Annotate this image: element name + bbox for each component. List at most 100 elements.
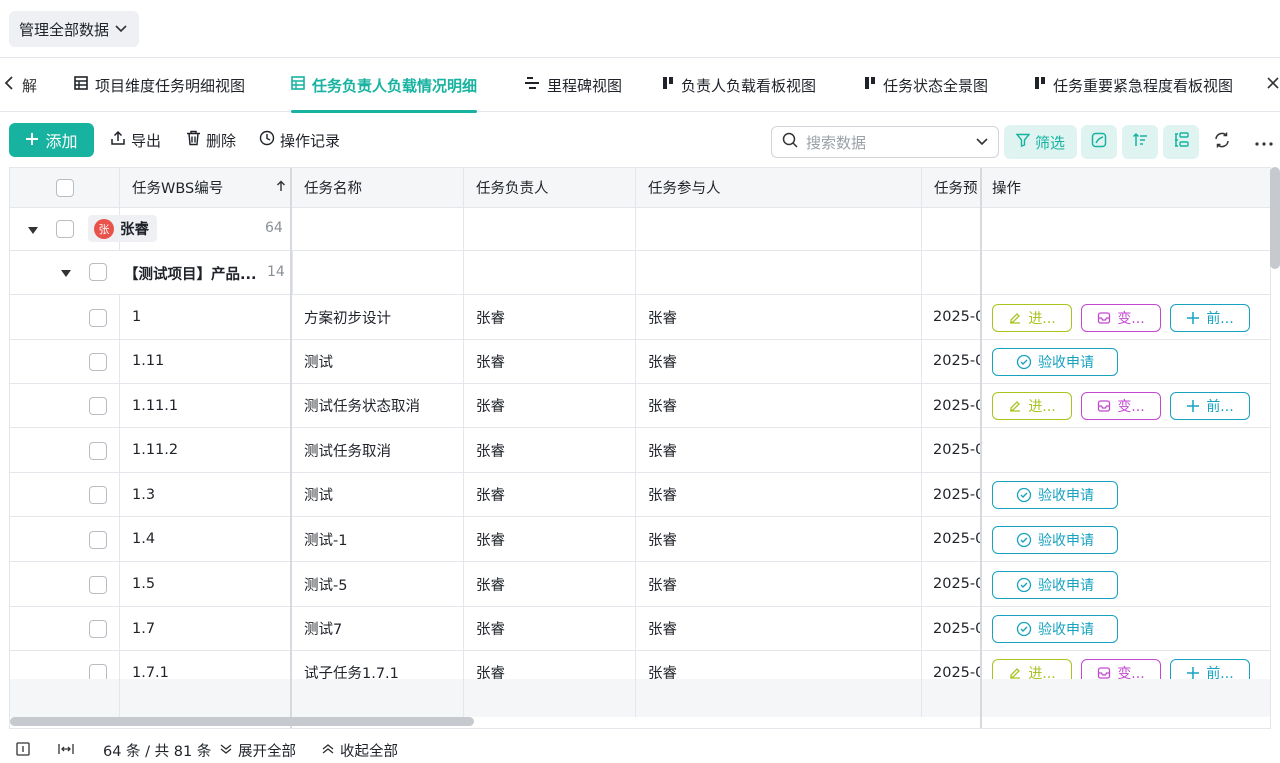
- header-wbs[interactable]: 任务WBS编号: [120, 168, 292, 207]
- acceptance-request-button[interactable]: 验收申请: [992, 347, 1118, 376]
- cell-participant[interactable]: 张睿: [636, 339, 922, 383]
- cell-owner[interactable]: 张睿: [464, 517, 636, 561]
- table-row[interactable]: 1.5 测试-5 张睿 张睿 2025-0 验收申请: [10, 562, 1270, 607]
- horizontal-scrollbar[interactable]: [10, 717, 474, 726]
- refresh-button[interactable]: [1207, 125, 1237, 159]
- cell-wbs[interactable]: 1.5: [120, 562, 292, 606]
- add-button[interactable]: 添加: [9, 123, 94, 157]
- row-checkbox[interactable]: [89, 575, 107, 594]
- data-scope-dropdown[interactable]: 管理全部数据: [9, 11, 140, 47]
- cell-owner[interactable]: 张睿: [464, 607, 636, 650]
- cell-task-name[interactable]: 测试7: [292, 607, 464, 650]
- cell-participant[interactable]: 张睿: [636, 517, 922, 561]
- sort-button[interactable]: [1122, 125, 1158, 159]
- row-checkbox[interactable]: [89, 530, 107, 549]
- row-checkbox[interactable]: [89, 352, 107, 371]
- table-row[interactable]: 1.11.2 测试任务取消 张睿 张睿 2025-0: [10, 428, 1270, 473]
- tab-owner-kanban[interactable]: 负责人负载看板视图: [662, 58, 816, 112]
- cell-owner[interactable]: 张睿: [464, 295, 636, 339]
- fit-width-button[interactable]: [58, 743, 74, 759]
- table-row[interactable]: 1.3 测试 张睿 张睿 2025-0 验收申请: [10, 473, 1270, 517]
- cell-owner[interactable]: 张睿: [464, 428, 636, 472]
- cell-task-name[interactable]: 方案初步设计: [292, 295, 464, 339]
- header-owner[interactable]: 任务负责人: [464, 168, 636, 207]
- export-button[interactable]: 导出: [110, 123, 161, 157]
- group-checkbox[interactable]: [56, 220, 74, 238]
- header-participant[interactable]: 任务参与人: [636, 168, 922, 207]
- cell-wbs[interactable]: 1.11.2: [120, 428, 292, 472]
- expand-all-button[interactable]: 展开全部: [220, 740, 296, 761]
- progress-button[interactable]: 进...: [992, 303, 1072, 332]
- cell-planned-date[interactable]: 2025-0: [922, 607, 982, 650]
- tab-project-task-detail[interactable]: 项目维度任务明细视图: [74, 58, 245, 112]
- cell-owner[interactable]: 张睿: [464, 473, 636, 516]
- cell-wbs[interactable]: 1: [120, 295, 292, 339]
- cell-planned-date[interactable]: 2025-0: [922, 473, 982, 516]
- cell-wbs[interactable]: 1.11.1: [120, 384, 292, 427]
- acceptance-request-button[interactable]: 验收申请: [992, 570, 1118, 599]
- cell-wbs[interactable]: 1.4: [120, 517, 292, 561]
- cell-task-name[interactable]: 测试: [292, 339, 464, 383]
- cell-participant[interactable]: 张睿: [636, 384, 922, 427]
- row-checkbox[interactable]: [89, 397, 107, 415]
- caret-down-icon[interactable]: [61, 270, 71, 277]
- delete-button[interactable]: 删除: [186, 123, 236, 157]
- cell-wbs[interactable]: 1.7: [120, 607, 292, 650]
- tab-status-overview[interactable]: 任务状态全景图: [864, 58, 988, 112]
- more-button[interactable]: [1249, 125, 1279, 159]
- toggle-sidebar-button[interactable]: [16, 741, 30, 760]
- vertical-scrollbar[interactable]: [1270, 167, 1280, 269]
- cell-owner[interactable]: 张睿: [464, 384, 636, 427]
- acceptance-request-button[interactable]: 验收申请: [992, 615, 1118, 643]
- row-checkbox[interactable]: [89, 486, 107, 504]
- header-task-name[interactable]: 任务名称: [292, 168, 464, 207]
- cell-participant[interactable]: 张睿: [636, 607, 922, 650]
- cell-task-name[interactable]: 测试任务状态取消: [292, 384, 464, 427]
- table-row[interactable]: 1.11 测试 张睿 张睿 2025-0 验收申请: [10, 339, 1270, 384]
- cell-participant[interactable]: 张睿: [636, 428, 922, 472]
- cell-task-name[interactable]: 测试-5: [292, 562, 464, 606]
- tab-scroll-right[interactable]: [1266, 58, 1280, 112]
- cell-wbs[interactable]: 1.3: [120, 473, 292, 516]
- header-planned-date[interactable]: 任务预: [922, 168, 982, 207]
- cell-planned-date[interactable]: 2025-0: [922, 339, 982, 383]
- cell-planned-date[interactable]: 2025-0: [922, 428, 982, 472]
- row-checkbox[interactable]: [89, 620, 107, 638]
- table-row[interactable]: 1 方案初步设计 张睿 张睿 2025-0 进... 变... 前...: [10, 295, 1270, 340]
- search-input[interactable]: 搜索数据: [771, 126, 999, 158]
- cell-planned-date[interactable]: 2025-0: [922, 384, 982, 427]
- group-checkbox[interactable]: [89, 263, 107, 281]
- tab-owner-load-detail[interactable]: 任务负责人负载情况明细: [291, 58, 478, 113]
- view-settings-button[interactable]: [1081, 125, 1117, 159]
- cell-owner[interactable]: 张睿: [464, 339, 636, 383]
- cell-participant[interactable]: 张睿: [636, 562, 922, 606]
- filter-button[interactable]: 筛选: [1004, 125, 1077, 159]
- row-checkbox[interactable]: [89, 441, 107, 460]
- tab-scroll-left[interactable]: 解: [4, 58, 37, 112]
- predecessor-button[interactable]: 前...: [1170, 392, 1250, 420]
- cell-wbs[interactable]: 1.11: [120, 339, 292, 383]
- cell-task-name[interactable]: 测试任务取消: [292, 428, 464, 472]
- table-row[interactable]: 1.4 测试-1 张睿 张睿 2025-0 验收申请: [10, 517, 1270, 562]
- progress-button[interactable]: 进...: [992, 392, 1072, 420]
- change-button[interactable]: 变...: [1081, 392, 1161, 420]
- cell-participant[interactable]: 张睿: [636, 295, 922, 339]
- select-all-checkbox[interactable]: [56, 178, 74, 197]
- table-row[interactable]: 1.11.1 测试任务状态取消 张睿 张睿 2025-0 进... 变... 前…: [10, 384, 1270, 428]
- group-button[interactable]: [1163, 125, 1199, 159]
- table-row[interactable]: 1.7 测试7 张睿 张睿 2025-0 验收申请: [10, 607, 1270, 651]
- cell-task-name[interactable]: 测试-1: [292, 517, 464, 561]
- row-checkbox[interactable]: [89, 308, 107, 327]
- collapse-all-button[interactable]: 收起全部: [322, 740, 398, 761]
- cell-task-name[interactable]: 测试: [292, 473, 464, 516]
- cell-planned-date[interactable]: 2025-0: [922, 517, 982, 561]
- caret-down-icon[interactable]: [28, 227, 38, 234]
- predecessor-button[interactable]: 前...: [1170, 303, 1250, 332]
- cell-owner[interactable]: 张睿: [464, 562, 636, 606]
- acceptance-request-button[interactable]: 验收申请: [992, 481, 1118, 509]
- tab-milestone-view[interactable]: 里程碑视图: [524, 58, 622, 112]
- cell-participant[interactable]: 张睿: [636, 473, 922, 516]
- cell-planned-date[interactable]: 2025-0: [922, 562, 982, 606]
- change-button[interactable]: 变...: [1081, 303, 1161, 332]
- sort-arrow-up-icon[interactable]: [276, 180, 286, 196]
